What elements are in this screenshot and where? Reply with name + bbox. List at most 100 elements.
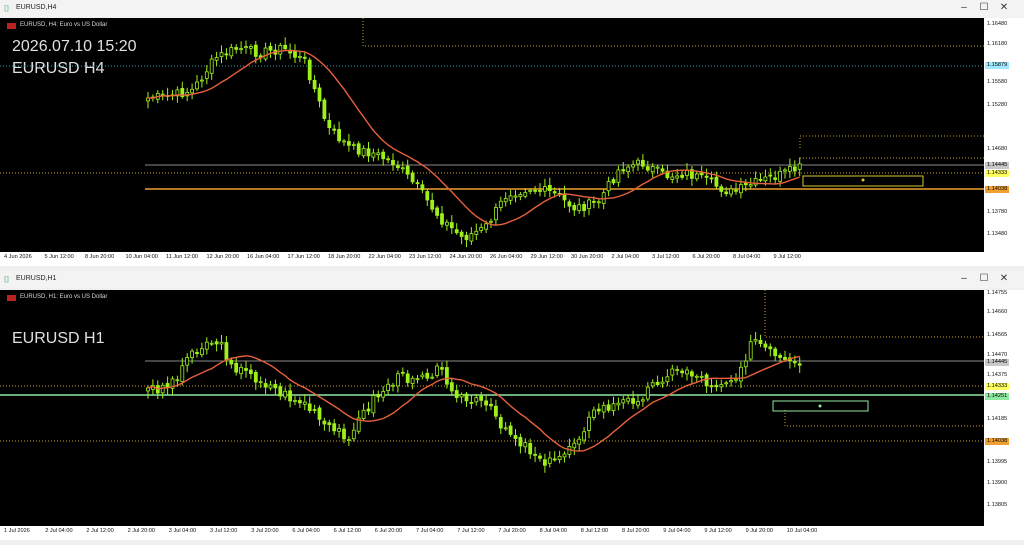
candle-body — [621, 169, 626, 172]
candle-body — [479, 395, 484, 401]
candle-body — [219, 52, 224, 58]
candle-body — [498, 417, 503, 429]
minimize-icon[interactable]: – — [956, 2, 972, 14]
chart-window-h4: ⌷ EURUSD,H4 – ☐ ✕ EURUSD, H4: Euro vs US… — [0, 0, 1024, 268]
candle-body — [444, 221, 449, 226]
candle-body — [626, 166, 631, 172]
candle-body — [454, 390, 459, 398]
candle-body — [645, 386, 650, 400]
candle-body — [391, 384, 395, 387]
candle-body — [489, 403, 493, 407]
candle-body — [474, 230, 479, 235]
time-label: 7 Jul 20:00 — [498, 528, 526, 534]
candle-body — [297, 56, 302, 58]
candle-body — [209, 58, 214, 74]
candle-body — [219, 341, 224, 345]
time-label: 9 Jul 04:00 — [663, 528, 691, 534]
candle-body — [302, 56, 307, 59]
candle-body — [395, 165, 400, 168]
candle-body — [307, 59, 312, 81]
price-label: 1.14470 — [987, 352, 1008, 358]
candle-body — [518, 436, 523, 447]
time-label: 3 Jul 04:00 — [168, 528, 197, 534]
maximize-icon[interactable]: ☐ — [976, 2, 992, 14]
time-label: 8 Jul 20:00 — [622, 528, 650, 534]
window-titlebar-h4[interactable]: ⌷ EURUSD,H4 – ☐ ✕ — [0, 0, 1024, 17]
price-chart-h4[interactable]: EURUSD, H4: Euro vs US Dollar 2026.07.10… — [0, 18, 984, 252]
time-label: 22 Jun 04:00 — [368, 254, 401, 260]
candle-body — [239, 48, 244, 50]
candle-body — [356, 143, 361, 155]
minimize-icon[interactable]: – — [956, 273, 972, 285]
candle-body — [547, 457, 552, 464]
candle-body — [332, 423, 337, 432]
price-chart-h1[interactable]: EURUSD, H1: Euro vs US Dollar EURUSD H1 — [0, 290, 984, 526]
candle-body — [528, 190, 533, 192]
time-label: 7 Jul 04:00 — [416, 528, 444, 534]
candle-body — [719, 384, 724, 388]
candle-body — [498, 200, 503, 208]
candle-body — [724, 382, 729, 385]
candle-body — [734, 189, 738, 192]
maximize-icon[interactable]: ☐ — [976, 273, 992, 285]
candle-body — [743, 182, 748, 186]
candle-body — [386, 158, 391, 161]
candle-body — [327, 422, 332, 426]
time-label: 9 Jul 12:00 — [773, 254, 801, 260]
price-tag: 1.14038 — [985, 438, 1010, 445]
close-icon[interactable]: ✕ — [996, 273, 1012, 285]
candle-body — [690, 371, 694, 377]
candle-body — [704, 175, 709, 178]
candle-body — [430, 376, 435, 379]
time-label: 8 Jul 04:00 — [539, 528, 567, 534]
range-marker — [861, 178, 865, 182]
candle-body — [557, 455, 562, 460]
candle-body — [239, 366, 244, 375]
candle-body — [381, 391, 386, 398]
time-label: 2 Jul 12:00 — [86, 528, 114, 534]
candle-body — [670, 368, 675, 376]
price-tag: 1.14333 — [985, 383, 1010, 390]
candle-body — [797, 163, 802, 170]
chart-window-h1: ⌷ EURUSD,H1 – ☐ ✕ EURUSD, H1: Euro vs US… — [0, 271, 1024, 545]
candle-body — [493, 405, 498, 417]
time-label: 12 Jun 20:00 — [206, 254, 239, 260]
candle-body — [346, 141, 351, 146]
candle-body — [244, 368, 248, 371]
time-label: 6 Jul 20:00 — [374, 528, 403, 534]
price-label: 1.16480 — [987, 21, 1008, 27]
candle-body — [729, 380, 733, 383]
candle-body — [734, 378, 738, 381]
candle-body — [248, 369, 253, 375]
candle-body — [479, 226, 484, 231]
time-label: 9 Jul 12:00 — [704, 528, 732, 534]
candle-body — [533, 189, 537, 192]
candle-body — [582, 431, 586, 441]
candle-body — [596, 201, 601, 204]
price-tag: 1.14445 — [985, 359, 1010, 366]
price-label: 1.14185 — [987, 416, 1008, 422]
candle-body — [469, 233, 474, 242]
price-label: 1.13995 — [987, 459, 1008, 465]
candle-body — [724, 191, 729, 195]
candle-body — [650, 166, 655, 173]
candle-body — [587, 416, 591, 431]
candle-body — [420, 184, 425, 191]
time-label: 1 Jul 2026 — [4, 528, 30, 534]
close-icon[interactable]: ✕ — [996, 2, 1012, 14]
candle-body — [371, 395, 376, 414]
candle-body — [582, 203, 586, 211]
price-label: 1.14680 — [987, 146, 1008, 152]
candle-body — [645, 166, 650, 171]
price-tag: 1.14445 — [985, 162, 1010, 169]
candle-body — [405, 165, 410, 175]
candle-body — [185, 357, 190, 366]
candle-body — [469, 402, 474, 404]
candle-body — [229, 359, 234, 365]
candle-body — [391, 159, 395, 166]
candle-body — [381, 151, 386, 160]
candle-body — [758, 340, 763, 345]
candle-body — [361, 409, 366, 419]
candle-body — [714, 176, 719, 187]
window-titlebar-h1[interactable]: ⌷ EURUSD,H1 – ☐ ✕ — [0, 271, 1024, 288]
